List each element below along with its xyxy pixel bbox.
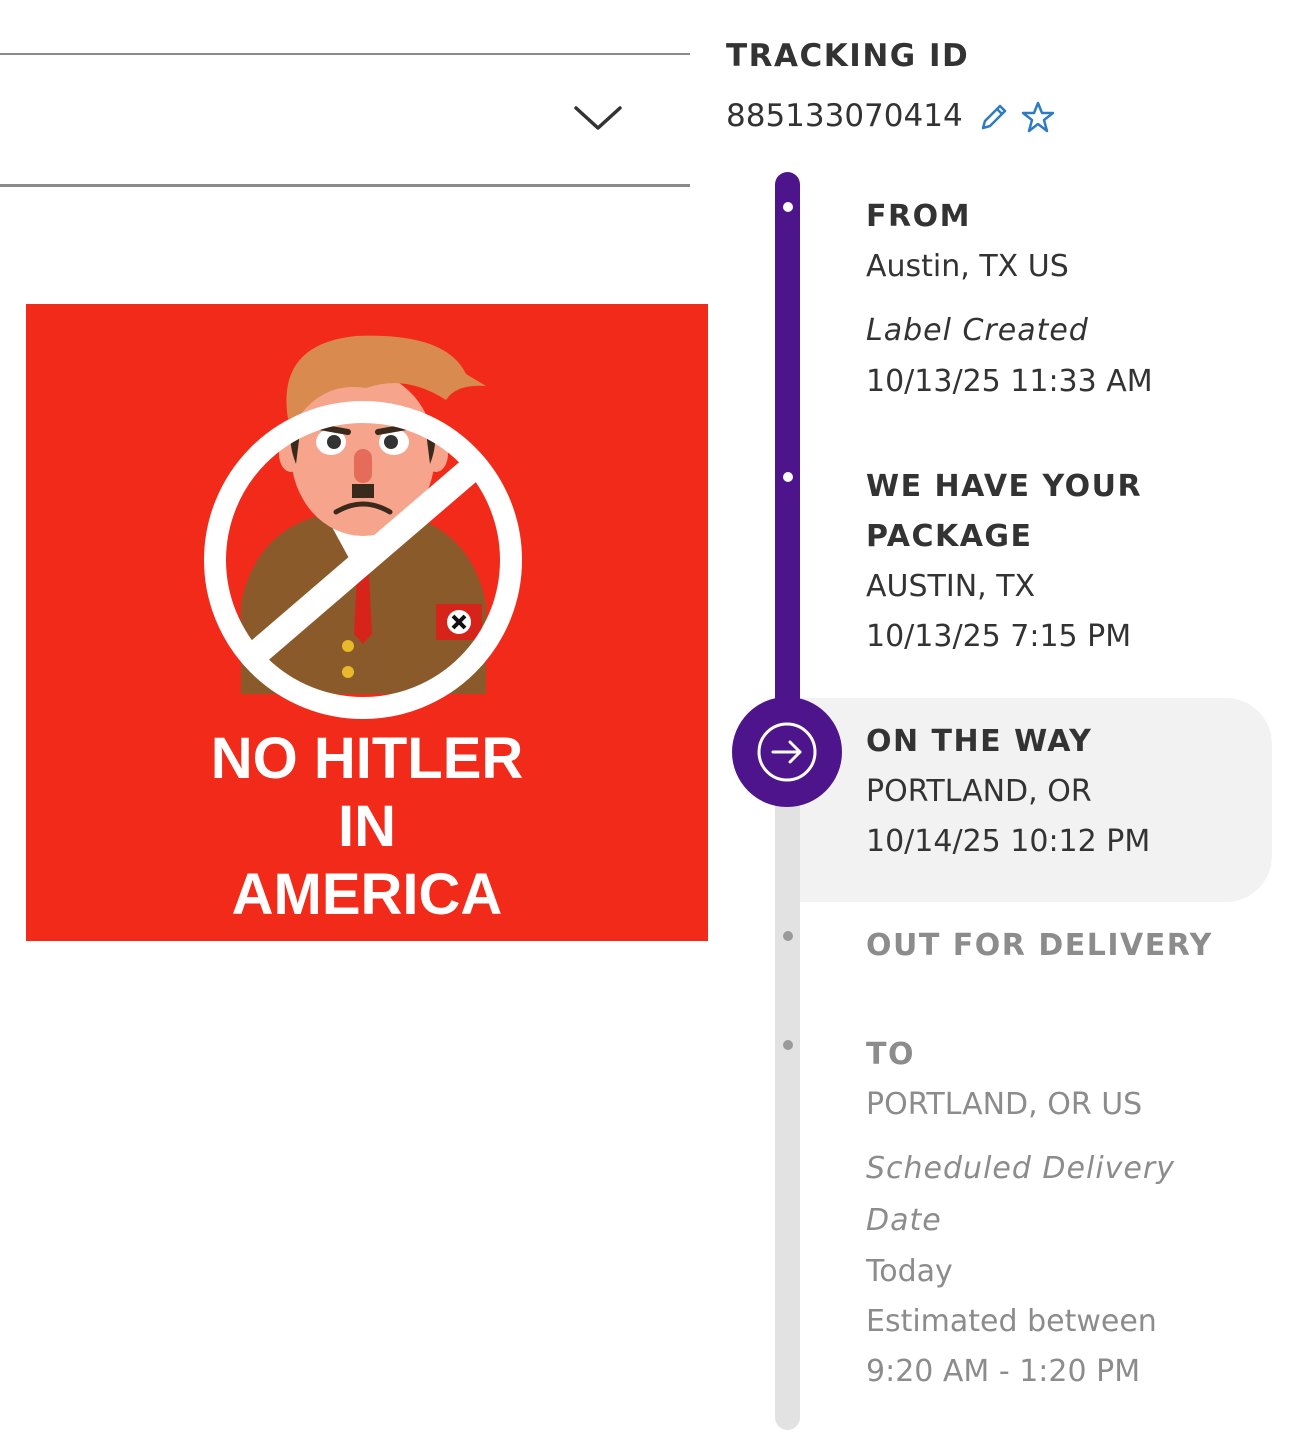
timeline-event-from: FROM Austin, TX US Label Created 10/13/2… bbox=[866, 192, 1153, 407]
event-status: Date bbox=[866, 1203, 942, 1238]
event-status: Label Created bbox=[866, 313, 1089, 348]
event-location: PORTLAND, OR bbox=[866, 774, 1092, 809]
timeline-dot bbox=[783, 472, 793, 482]
poster-text-line: NO HITLER bbox=[210, 726, 524, 791]
star-outline-icon[interactable] bbox=[1020, 99, 1056, 135]
timeline-event-on-the-way: ON THE WAY PORTLAND, OR 10/14/25 10:12 P… bbox=[866, 717, 1150, 867]
poster-text-line: AMERICA bbox=[231, 862, 503, 927]
timeline-event-picked-up: WE HAVE YOUR PACKAGE AUSTIN, TX 10/13/25… bbox=[866, 462, 1142, 662]
timeline-dot bbox=[783, 1040, 793, 1050]
event-heading: WE HAVE YOUR bbox=[866, 469, 1143, 504]
event-heading: PACKAGE bbox=[866, 519, 1033, 554]
timeline-dot bbox=[783, 202, 793, 212]
tracking-number: 885133070414 bbox=[726, 98, 963, 134]
delivery-window-label: Estimated between bbox=[866, 1304, 1157, 1339]
poster-text-line: IN bbox=[338, 794, 396, 859]
arrow-right-circle-icon bbox=[757, 722, 817, 782]
pencil-icon[interactable] bbox=[976, 99, 1012, 135]
delivery-day: Today bbox=[866, 1254, 953, 1289]
chevron-down-icon[interactable] bbox=[568, 96, 628, 136]
tracking-id-label: TRACKING ID bbox=[726, 38, 970, 74]
event-location: AUSTIN, TX bbox=[866, 569, 1036, 604]
timeline-progress-track bbox=[775, 172, 800, 742]
event-location: Austin, TX US bbox=[866, 249, 1069, 284]
timeline-pending-track bbox=[775, 740, 800, 1430]
event-heading: OUT FOR DELIVERY bbox=[866, 928, 1213, 963]
timeline-dot bbox=[783, 931, 793, 941]
event-heading: ON THE WAY bbox=[866, 724, 1093, 759]
event-datetime: 10/14/25 10:12 PM bbox=[866, 824, 1151, 859]
event-datetime: 10/13/25 7:15 PM bbox=[866, 619, 1132, 654]
delivery-window: 9:20 AM - 1:20 PM bbox=[866, 1354, 1141, 1389]
current-step-marker bbox=[732, 697, 842, 807]
timeline-event-to: TO PORTLAND, OR US Scheduled Delivery Da… bbox=[866, 1030, 1175, 1397]
event-location: PORTLAND, OR US bbox=[866, 1087, 1143, 1122]
timeline-event-out-for-delivery: OUT FOR DELIVERY bbox=[866, 921, 1213, 971]
event-status: Scheduled Delivery bbox=[866, 1151, 1175, 1186]
dropdown-bottom-border bbox=[0, 184, 690, 187]
event-datetime: 10/13/25 11:33 AM bbox=[866, 364, 1153, 399]
poster-image: NO HITLER IN AMERICA bbox=[26, 304, 708, 941]
event-heading: TO bbox=[866, 1037, 915, 1072]
dropdown-top-border bbox=[0, 53, 690, 55]
event-heading: FROM bbox=[866, 199, 971, 234]
